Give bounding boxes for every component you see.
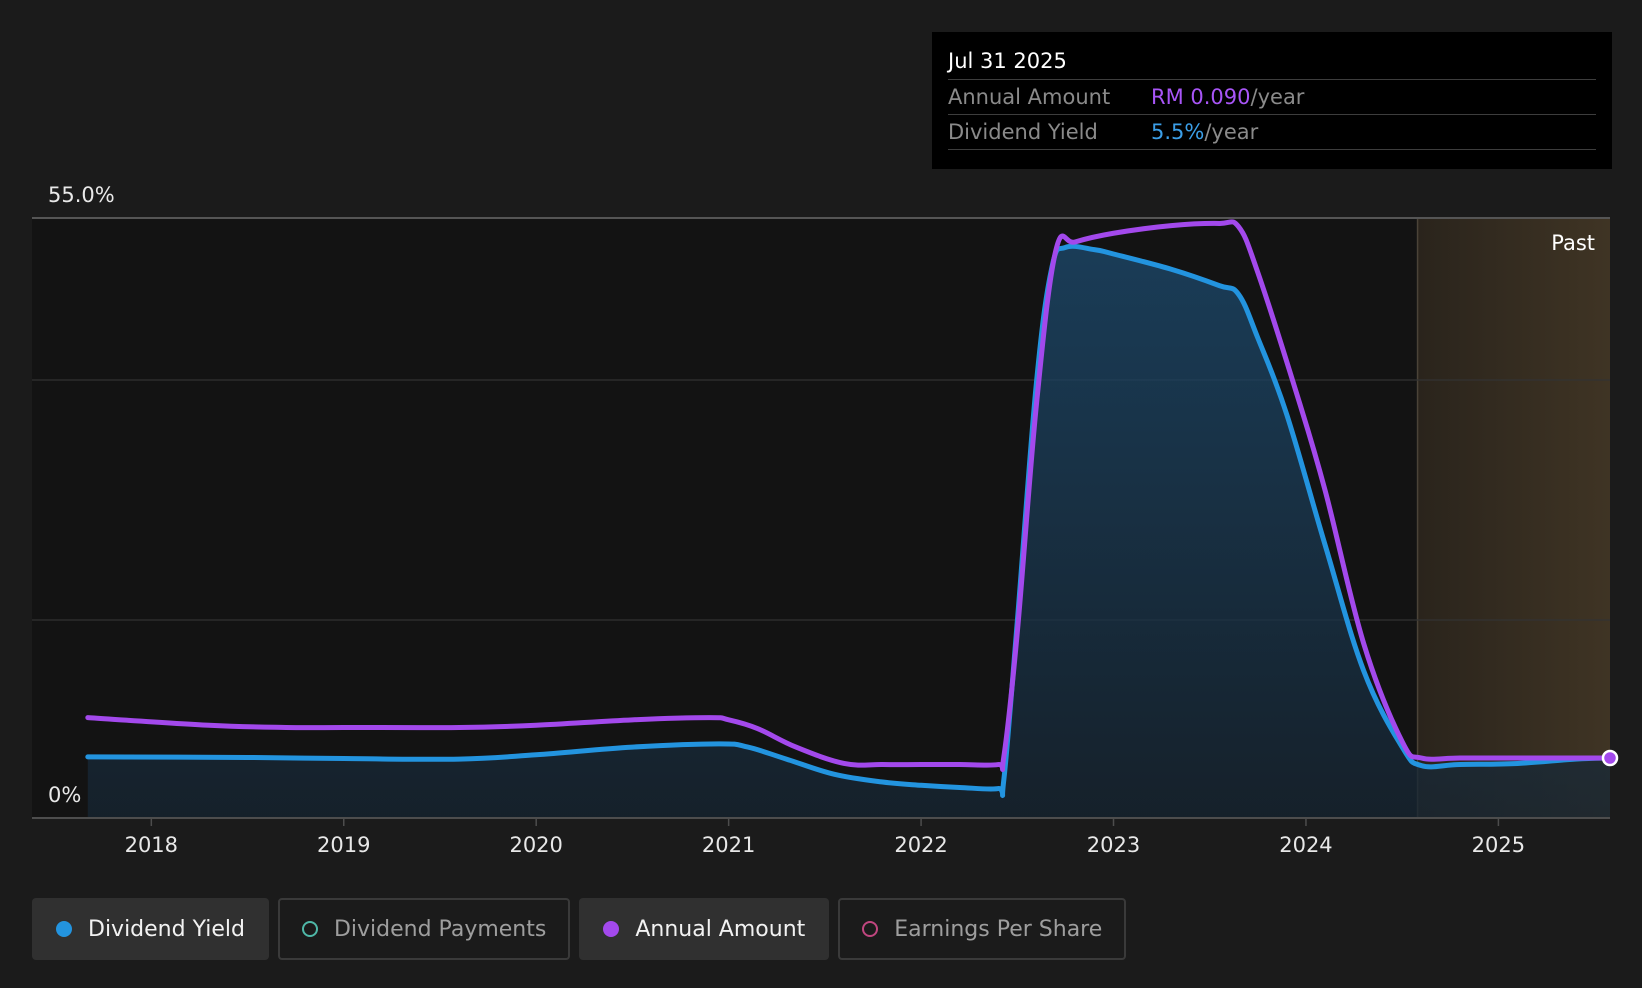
legend-label: Earnings Per Share [894, 916, 1103, 942]
x-tick-label: 2025 [1472, 833, 1525, 857]
legend-label: Dividend Yield [88, 916, 245, 942]
x-tick-label: 2024 [1279, 833, 1332, 857]
y-bottom-label: 0% [48, 783, 81, 807]
x-tick-label: 2020 [509, 833, 562, 857]
tooltip-row-annual-amount: Annual Amount RM 0.090 /year [948, 80, 1596, 115]
past-label: Past [1551, 231, 1595, 255]
legend-label: Dividend Payments [333, 916, 547, 942]
tooltip-label: Annual Amount [948, 85, 1111, 109]
tooltip-unit: /year [1204, 120, 1259, 144]
tooltip-date: Jul 31 2025 [948, 46, 1596, 80]
legend-item-dividend-yield[interactable]: Dividend Yield [32, 898, 269, 960]
chart-tooltip: Jul 31 2025 Annual Amount RM 0.090 /year… [932, 32, 1612, 169]
highlight-point [1601, 749, 1619, 767]
x-tick-label: 2019 [317, 833, 370, 857]
tooltip-label: Dividend Yield [948, 120, 1098, 144]
legend-label: Annual Amount [635, 916, 806, 942]
tooltip-value: RM 0.090 [1151, 85, 1251, 109]
past-region [1417, 218, 1610, 818]
legend-dot-icon [56, 921, 72, 937]
y-top-label: 55.0% [48, 183, 115, 207]
tooltip-value: 5.5% [1151, 120, 1205, 144]
x-tick-label: 2023 [1087, 833, 1140, 857]
legend-item-dividend-payments[interactable]: Dividend Payments [277, 898, 571, 960]
legend-item-annual-amount[interactable]: Annual Amount [579, 898, 830, 960]
tooltip-row-dividend-yield: Dividend Yield 5.5% /year [948, 115, 1596, 150]
x-tick-label: 2018 [125, 833, 178, 857]
x-tick-label: 2022 [894, 833, 947, 857]
legend-item-earnings-per-share[interactable]: Earnings Per Share [838, 898, 1127, 960]
x-tick-label: 2021 [702, 833, 755, 857]
chart-legend: Dividend Yield Dividend Payments Annual … [32, 898, 1127, 960]
tooltip-unit: /year [1250, 85, 1305, 109]
legend-ring-icon [301, 921, 318, 937]
legend-dot-icon [603, 921, 620, 937]
legend-ring-icon [862, 921, 879, 937]
